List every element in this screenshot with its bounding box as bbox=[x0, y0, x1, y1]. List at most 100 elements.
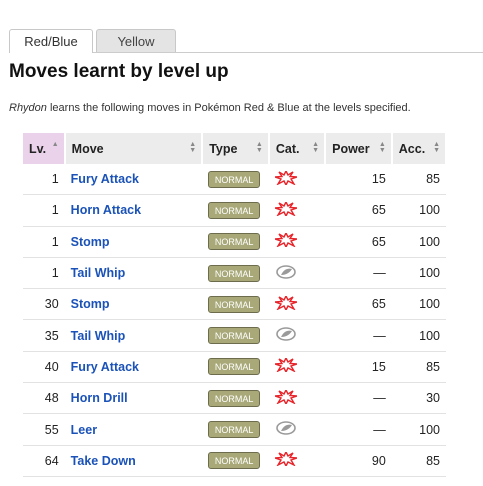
column-header-move[interactable]: Move ▲ ▼ bbox=[64, 133, 204, 164]
version-tabs: Red/Blue Yellow bbox=[9, 29, 176, 53]
sort-icon: ▲ ▼ bbox=[189, 141, 197, 154]
type-badge[interactable]: NORMAL bbox=[208, 421, 261, 439]
type-badge[interactable]: NORMAL bbox=[208, 201, 261, 219]
move-link[interactable]: Horn Attack bbox=[71, 203, 141, 217]
physical-category-icon bbox=[274, 388, 298, 406]
move-link[interactable]: Fury Attack bbox=[71, 360, 139, 374]
move-cell: Stomp bbox=[64, 288, 203, 321]
move-link[interactable]: Horn Drill bbox=[71, 391, 128, 405]
level-cell: 48 bbox=[23, 382, 65, 415]
move-link[interactable]: Stomp bbox=[71, 297, 110, 311]
tab-yellow[interactable]: Yellow bbox=[96, 29, 176, 52]
accuracy-cell: 85 bbox=[391, 445, 446, 477]
type-cell: NORMAL bbox=[202, 257, 269, 290]
column-header-power[interactable]: Power ▲ ▼ bbox=[325, 133, 393, 164]
move-link[interactable]: Tail Whip bbox=[71, 266, 126, 280]
table-row: 1 Stomp NORMAL 65 100 bbox=[23, 226, 446, 258]
table-row: 64 Take Down NORMAL 90 85 bbox=[23, 445, 446, 477]
sort-icon: ▲ ▼ bbox=[255, 141, 263, 154]
category-cell bbox=[268, 382, 326, 415]
type-badge[interactable]: NORMAL bbox=[208, 327, 261, 345]
table-row: 1 Fury Attack NORMAL 15 85 bbox=[23, 164, 446, 196]
column-header-acc[interactable]: Acc. ▲ ▼ bbox=[391, 133, 448, 164]
table-row: 1 Horn Attack NORMAL 65 100 bbox=[23, 194, 446, 227]
move-cell: Tail Whip bbox=[64, 319, 203, 352]
level-cell: 1 bbox=[23, 164, 65, 196]
move-link[interactable]: Fury Attack bbox=[71, 172, 139, 186]
move-link[interactable]: Stomp bbox=[71, 235, 110, 249]
physical-category-icon bbox=[274, 356, 298, 374]
column-header-cat[interactable]: Cat. ▲ ▼ bbox=[268, 133, 327, 164]
column-header-lv[interactable]: Lv. ▲ bbox=[23, 133, 66, 164]
move-cell: Horn Attack bbox=[64, 194, 203, 227]
move-link[interactable]: Take Down bbox=[71, 454, 136, 468]
category-cell bbox=[268, 194, 326, 227]
physical-category-icon bbox=[274, 450, 298, 468]
category-cell bbox=[268, 413, 326, 446]
accuracy-cell: 100 bbox=[391, 319, 446, 352]
table-row: 48 Horn Drill NORMAL — 30 bbox=[23, 382, 446, 415]
table-row: 1 Tail Whip NORMAL — 100 bbox=[23, 257, 446, 290]
accuracy-cell: 100 bbox=[391, 226, 446, 258]
table-row: 55 Leer NORMAL — 100 bbox=[23, 413, 446, 446]
type-badge[interactable]: NORMAL bbox=[208, 264, 261, 282]
power-cell: 65 bbox=[325, 288, 392, 321]
power-cell: 65 bbox=[325, 194, 392, 227]
move-link[interactable]: Tail Whip bbox=[71, 329, 126, 343]
level-cell: 1 bbox=[23, 226, 65, 258]
type-badge[interactable]: NORMAL bbox=[208, 170, 261, 188]
table-body: 1 Fury Attack NORMAL 15 85 1 Horn Attack… bbox=[23, 164, 446, 477]
status-category-icon bbox=[275, 264, 297, 279]
table-row: 40 Fury Attack NORMAL 15 85 bbox=[23, 351, 446, 384]
acc-header-label: Acc. bbox=[398, 141, 426, 156]
move-cell: Fury Attack bbox=[64, 164, 203, 196]
column-header-type[interactable]: Type ▲ ▼ bbox=[202, 133, 270, 164]
level-cell: 64 bbox=[23, 445, 65, 477]
accuracy-cell: 100 bbox=[391, 288, 446, 321]
move-link[interactable]: Leer bbox=[71, 423, 97, 437]
type-badge[interactable]: NORMAL bbox=[208, 233, 261, 251]
move-cell: Horn Drill bbox=[64, 382, 203, 415]
level-cell: 1 bbox=[23, 194, 65, 227]
intro-text: Rhydon learns the following moves in Pok… bbox=[9, 102, 411, 114]
level-cell: 55 bbox=[23, 413, 65, 446]
physical-category-icon bbox=[274, 169, 298, 187]
type-badge[interactable]: NORMAL bbox=[208, 389, 261, 407]
type-cell: NORMAL bbox=[202, 319, 269, 352]
category-cell bbox=[268, 445, 326, 477]
accuracy-cell: 85 bbox=[391, 164, 446, 196]
status-category-icon bbox=[275, 421, 297, 435]
sort-icon: ▲ ▼ bbox=[312, 141, 320, 154]
power-cell: — bbox=[325, 382, 392, 415]
category-cell bbox=[268, 288, 326, 321]
power-cell: 15 bbox=[325, 164, 392, 196]
accuracy-cell: 100 bbox=[391, 194, 446, 227]
category-cell bbox=[268, 164, 326, 196]
move-cell: Tail Whip bbox=[64, 257, 203, 290]
category-cell bbox=[268, 257, 326, 290]
sort-asc-icon: ▲ bbox=[51, 141, 59, 148]
tab-red-blue[interactable]: Red/Blue bbox=[9, 29, 93, 53]
power-cell: — bbox=[325, 257, 392, 290]
type-badge[interactable]: NORMAL bbox=[208, 295, 261, 313]
accuracy-cell: 100 bbox=[391, 413, 446, 446]
table-row: 35 Tail Whip NORMAL — 100 bbox=[23, 319, 446, 352]
power-cell: 15 bbox=[325, 351, 392, 384]
level-up-moves-table: Lv. ▲ Move ▲ ▼ Type ▲ ▼ Cat. ▲ ▼ Power ▲ ▼ Acc. ▲ ▼… bbox=[23, 133, 448, 477]
physical-category-icon bbox=[274, 231, 298, 249]
accuracy-cell: 100 bbox=[391, 257, 446, 290]
level-cell: 35 bbox=[23, 319, 65, 352]
power-cell: 65 bbox=[325, 226, 392, 258]
type-badge[interactable]: NORMAL bbox=[208, 358, 261, 376]
accuracy-cell: 85 bbox=[391, 351, 446, 384]
cat-header-label: Cat. bbox=[275, 141, 300, 156]
section-heading: Moves learnt by level up bbox=[9, 61, 229, 82]
status-category-icon bbox=[275, 327, 297, 341]
category-cell bbox=[268, 319, 326, 352]
move-cell: Fury Attack bbox=[64, 351, 203, 384]
physical-category-icon bbox=[274, 200, 298, 218]
power-cell: — bbox=[325, 413, 392, 446]
type-badge[interactable]: NORMAL bbox=[208, 452, 261, 470]
category-cell bbox=[268, 351, 326, 384]
move-header-label: Move bbox=[71, 141, 104, 156]
